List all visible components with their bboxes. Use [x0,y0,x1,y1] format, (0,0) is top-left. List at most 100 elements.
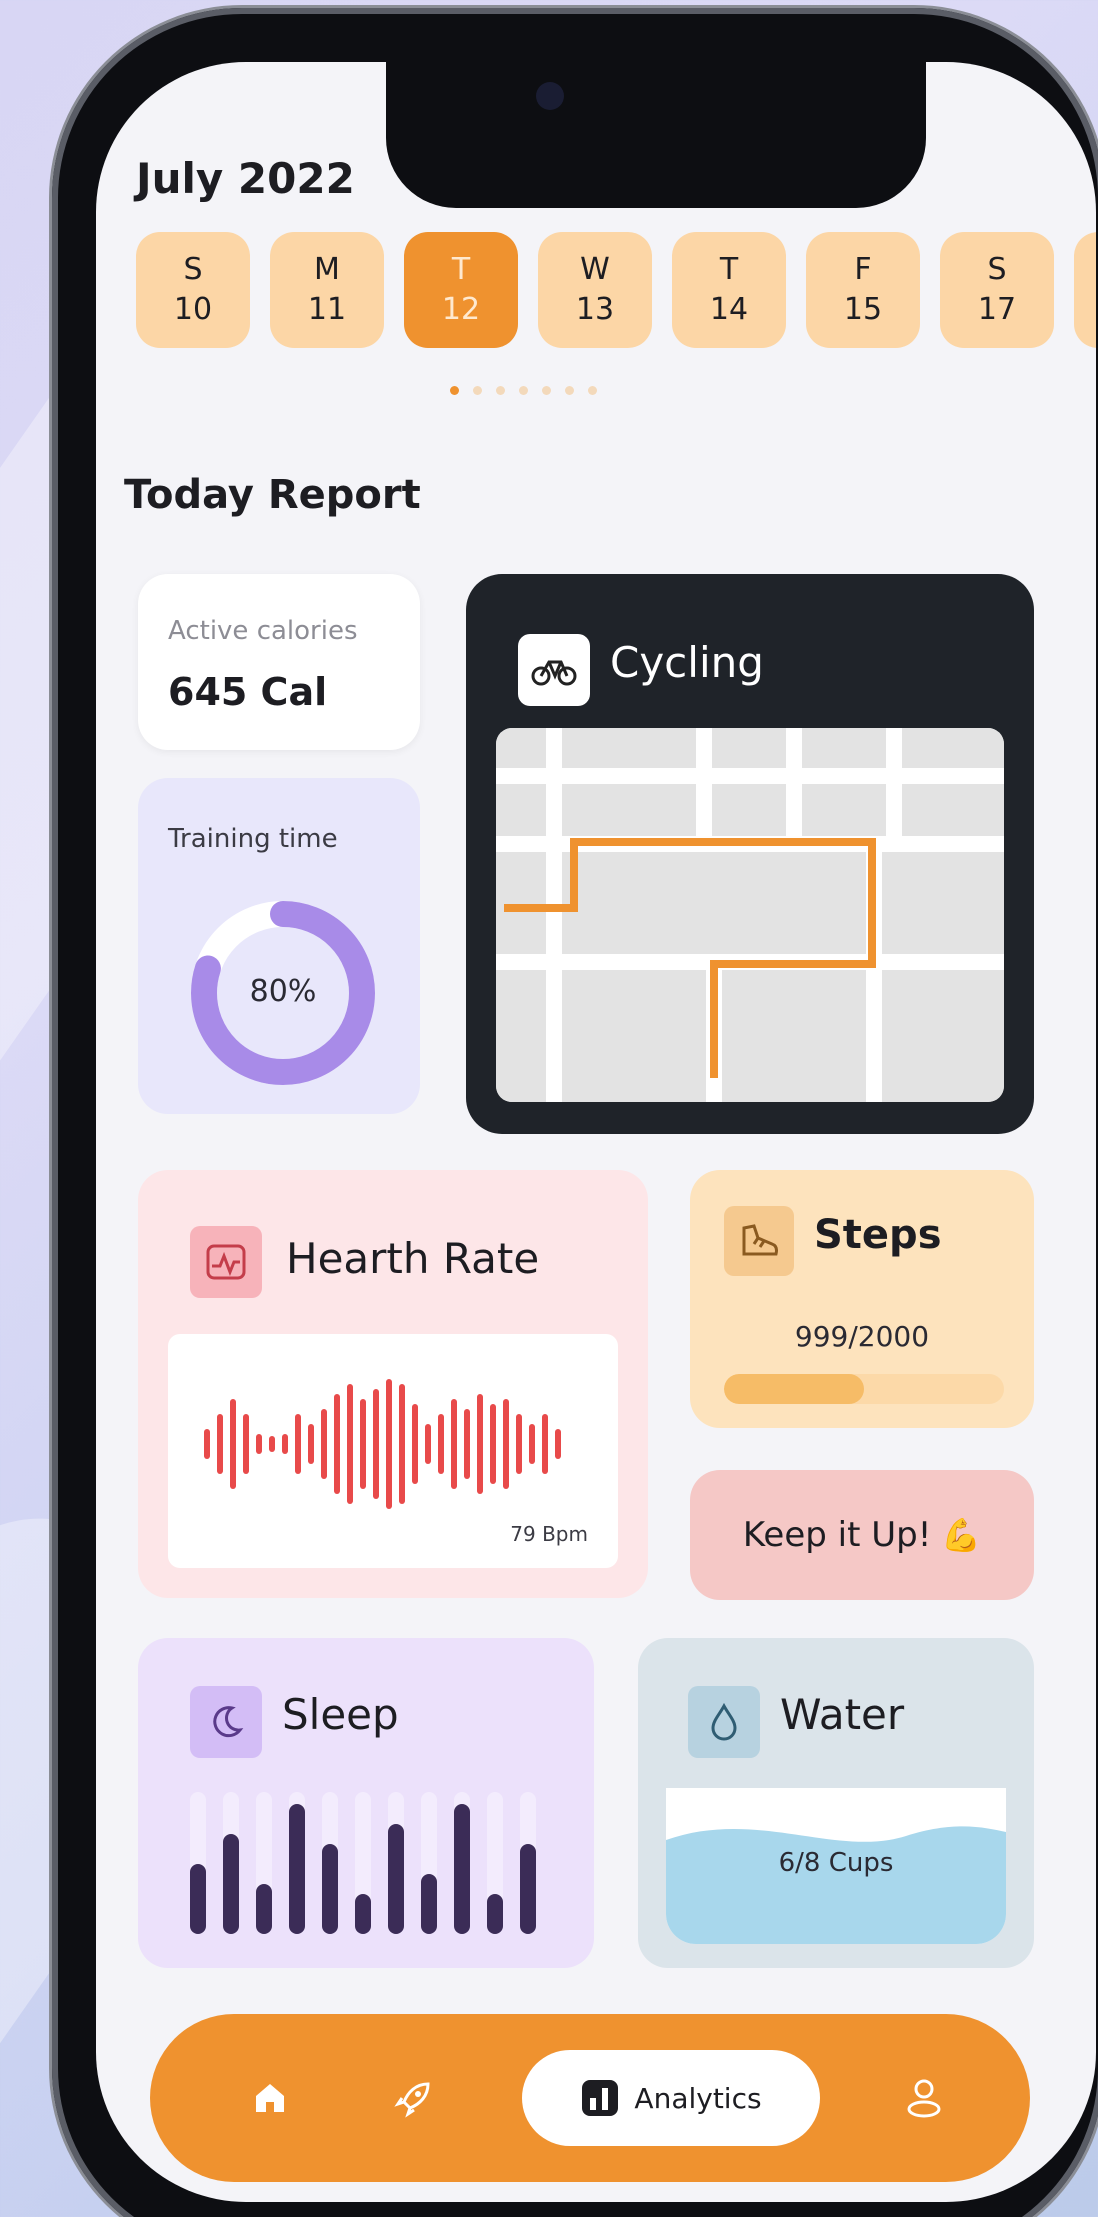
water-card[interactable]: Water 6/8 Cups [638,1638,1034,1968]
day-weekday: S [183,252,203,287]
wave-bar [321,1409,327,1479]
training-time-value: 80% [249,974,317,1009]
day-weekday: S [987,252,1007,287]
heart-rate-card[interactable]: Hearth Rate 79 Bpm [138,1170,648,1598]
wave-bar [464,1409,470,1479]
water-fill [666,1826,1006,1944]
day-weekday: M [314,252,340,287]
page-dot[interactable] [473,386,482,395]
wave-bar [217,1414,223,1474]
wave-bar [373,1389,379,1499]
heart-monitor-icon [190,1226,262,1298]
active-calories-value: 645 Cal [168,670,328,714]
sleep-bar [289,1804,305,1934]
page-dot-active[interactable] [450,386,459,395]
day-chip[interactable]: M 11 [270,232,384,348]
day-date: 13 [575,292,615,327]
page-dot[interactable] [519,386,528,395]
day-chip[interactable]: W 13 [538,232,652,348]
cycling-card[interactable]: Cycling [466,574,1034,1134]
sleep-bar [322,1844,338,1934]
sleep-bar [487,1894,503,1934]
day-date: 11 [307,292,347,327]
notch [386,62,926,208]
profile-icon[interactable] [890,2064,958,2132]
training-time-card[interactable]: Training time 80% [138,778,420,1114]
app-screen: July 2022 S 10 M 11 T 12 W 13 T 14 F 15 S 17 To… [96,62,1096,2202]
wave-bar [451,1399,457,1489]
active-calories-label: Active calories [168,616,358,646]
wave-bar [204,1429,210,1459]
wave-bar [230,1399,236,1489]
home-icon[interactable] [236,2064,304,2132]
heart-rate-title: Hearth Rate [286,1234,540,1283]
nav-analytics-button[interactable]: Analytics [522,2050,820,2146]
day-chip[interactable]: S 17 [940,232,1054,348]
cycling-title: Cycling [610,638,764,687]
day-date: 15 [843,292,883,327]
steps-count: 999/2000 [794,1320,930,1353]
wave-bar [399,1384,405,1504]
page-indicator [450,386,597,395]
heart-rate-waveform: 79 Bpm [168,1334,618,1568]
steps-progress-bar [724,1374,1004,1404]
day-chip[interactable]: T 14 [672,232,786,348]
camera-icon [536,82,564,110]
day-date: 12 [441,292,481,327]
heart-rate-value: 79 Bpm [510,1522,588,1546]
training-time-label: Training time [168,824,338,854]
sleep-chart [190,1792,536,1934]
month-title: July 2022 [136,154,355,203]
water-value: 6/8 Cups [778,1848,894,1878]
water-level: 6/8 Cups [666,1788,1006,1944]
day-chip[interactable]: S 10 [136,232,250,348]
bicycle-icon [518,634,590,706]
flexed-arm-icon: 💪 [941,1516,982,1554]
day-chip-selected[interactable]: T 12 [404,232,518,348]
sleep-bar [388,1824,404,1934]
page-dot[interactable] [588,386,597,395]
wave-bar [243,1414,249,1474]
day-chip-partial[interactable] [1074,232,1096,348]
moon-icon [190,1686,262,1758]
wave-bar [295,1414,301,1474]
wave-bar [438,1414,444,1474]
wave-bar [477,1394,483,1494]
page-dot[interactable] [496,386,505,395]
wave-bar [555,1429,561,1459]
day-weekday: W [580,252,610,287]
wave-bar [347,1384,353,1504]
bottom-nav: Analytics [150,2014,1030,2182]
steps-progress-fill [724,1374,864,1404]
wave-bar [256,1434,262,1454]
water-title: Water [780,1690,905,1739]
sleep-bar [520,1844,536,1934]
sleep-card[interactable]: Sleep [138,1638,594,1968]
nav-analytics-label: Analytics [634,2081,762,2115]
route-map[interactable] [496,728,1004,1102]
wave-bar [412,1404,418,1484]
section-title: Today Report [124,472,421,518]
active-calories-card[interactable]: Active calories 645 Cal [138,574,420,750]
wave-bar [334,1394,340,1494]
day-chip[interactable]: F 15 [806,232,920,348]
wave-bar [503,1399,509,1489]
day-date: 14 [709,292,749,327]
motivation-card[interactable]: Keep it Up! 💪 [690,1470,1034,1600]
wave-bar [516,1414,522,1474]
water-drop-icon [688,1686,760,1758]
wave-bar [490,1404,496,1484]
wave-bar [360,1399,366,1489]
rocket-icon[interactable] [380,2064,448,2132]
page-dot[interactable] [565,386,574,395]
day-weekday: T [719,252,739,287]
steps-card[interactable]: Steps 999/2000 [690,1170,1034,1428]
sleep-title: Sleep [282,1690,399,1739]
day-selector: S 10 M 11 T 12 W 13 T 14 F 15 S 17 [136,232,1096,348]
wave-bar [282,1434,288,1454]
page-dot[interactable] [542,386,551,395]
wave-bar [386,1379,392,1509]
day-weekday: T [451,252,471,287]
day-date: 17 [977,292,1017,327]
sleep-bar [223,1834,239,1934]
